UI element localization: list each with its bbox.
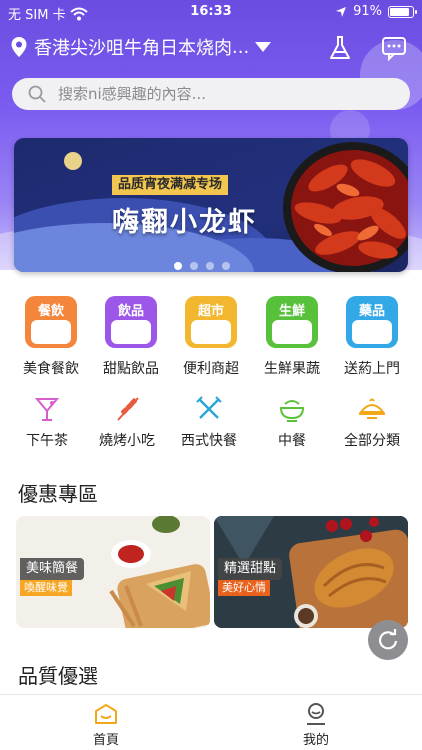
quality-section-title: 品質優選 (18, 664, 98, 688)
subcategory-item[interactable]: 全部分類 (331, 394, 413, 450)
location-text: 香港尖沙咀牛角日本烧肉 (34, 38, 232, 59)
location-ellipsis: ... (232, 36, 250, 58)
banner-title: 嗨翻小龙虾 (112, 207, 257, 238)
promo-banner[interactable]: 品质宵夜满减专场 嗨翻小龙虾 (14, 138, 408, 272)
tab-home[interactable]: 首頁 (66, 703, 146, 748)
battery-percent: 91% (353, 4, 382, 19)
category-item[interactable]: 飲品 甜點飲品 (90, 296, 172, 378)
fork-knife-icon (196, 396, 222, 419)
search-input[interactable] (58, 85, 378, 103)
subcategory-label: 全部分類 (344, 433, 400, 449)
subcategory-label: 中餐 (278, 433, 306, 449)
battery-icon (388, 5, 417, 18)
dish-icon (358, 398, 386, 419)
category-badge: 餐飲 (37, 304, 64, 319)
refresh-icon (378, 629, 398, 650)
subcategory-label: 西式快餐 (181, 433, 237, 449)
chevron-down-icon (255, 42, 272, 52)
app-screen: 无 SIM 卡 16:33 91% 香港尖沙咀牛角日本烧肉 ... 搜索ni感興… (0, 0, 422, 750)
category-tile: 餐飲 (25, 296, 77, 348)
category-label: 美食餐飲 (23, 361, 79, 377)
search-bar[interactable] (12, 78, 410, 110)
category-badge: 超市 (197, 304, 224, 319)
flask-icon[interactable] (326, 34, 354, 62)
pagination-dot[interactable] (190, 262, 198, 270)
bowl-icon (279, 400, 305, 422)
category-tile: 超市 (185, 296, 237, 348)
category-label: 甜點飲品 (103, 361, 159, 377)
banner-tag: 品质宵夜满减专场 (112, 175, 229, 195)
tab-me[interactable]: 我的 (276, 703, 356, 748)
pagination-dot[interactable] (174, 262, 182, 270)
category-item[interactable]: 藥品 送葯上門 (331, 296, 413, 378)
promo-card-dessert[interactable]: 精選甜點 美好心情 (214, 516, 408, 628)
status-bar: 无 SIM 卡 16:33 91% (0, 0, 422, 24)
cocktail-icon (34, 398, 60, 421)
search-icon (28, 85, 46, 103)
message-icon[interactable] (380, 34, 408, 62)
promo-title: 精選甜點 (218, 558, 283, 580)
moon-icon (64, 152, 82, 170)
subcategory-item[interactable]: 燒烤小吃 (86, 394, 168, 450)
banner-pagination (174, 262, 230, 270)
category-badge: 生鮮 (278, 304, 305, 319)
tab-home-label: 首頁 (92, 733, 119, 748)
subcategory-item[interactable]: 下午茶 (6, 394, 88, 450)
status-right: 91% (335, 4, 417, 19)
category-badge: 藥品 (358, 304, 385, 319)
tab-bar: 首頁 我的 (0, 694, 422, 750)
category-illustration (352, 320, 392, 344)
category-badge: 飲品 (117, 304, 144, 319)
refresh-button[interactable] (368, 620, 408, 660)
subcategory-item[interactable]: 中餐 (251, 394, 333, 450)
user-icon (307, 703, 325, 725)
subcategory-label: 燒烤小吃 (99, 433, 155, 449)
location-arrow-icon (336, 6, 347, 17)
promo-section-title: 優惠專區 (18, 482, 98, 506)
location-selector[interactable]: 香港尖沙咀牛角日本烧肉 ... (10, 34, 272, 60)
category-illustration (191, 320, 231, 344)
crayfish-image (283, 142, 408, 272)
category-illustration (111, 320, 151, 344)
category-item[interactable]: 超市 便利商超 (170, 296, 252, 378)
promo-card-meal[interactable]: 美味簡餐 喚醒味覺 (16, 516, 210, 628)
location-pin-icon (11, 37, 27, 57)
category-item[interactable]: 生鮮 生鮮果蔬 (251, 296, 333, 378)
category-tile: 飲品 (105, 296, 157, 348)
subcategory-item[interactable]: 西式快餐 (168, 394, 250, 450)
category-illustration (272, 320, 312, 344)
tab-me-label: 我的 (302, 733, 329, 748)
pagination-dot[interactable] (206, 262, 214, 270)
category-label: 生鮮果蔬 (264, 361, 320, 377)
pagination-dot[interactable] (222, 262, 230, 270)
category-tile: 生鮮 (266, 296, 318, 348)
promo-subtitle: 美好心情 (218, 580, 270, 596)
skewer-icon (117, 397, 139, 421)
subcategory-label: 下午茶 (26, 433, 68, 449)
category-label: 送葯上門 (344, 361, 400, 377)
category-item[interactable]: 餐飲 美食餐飲 (10, 296, 92, 378)
promo-title: 美味簡餐 (20, 558, 85, 580)
promo-subtitle: 喚醒味覺 (20, 580, 72, 596)
category-tile: 藥品 (346, 296, 398, 348)
home-icon (95, 704, 117, 724)
category-label: 便利商超 (183, 361, 239, 377)
category-illustration (31, 320, 71, 344)
